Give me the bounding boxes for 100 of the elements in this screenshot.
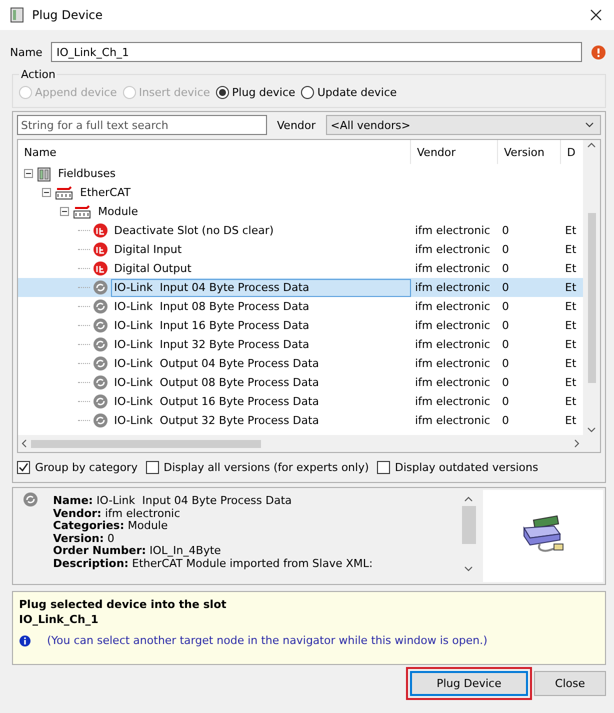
tree-item-label: Module	[97, 204, 139, 220]
tree-row[interactable]: Deactivate Slot (no DS clear) ifm electronic 0 Et	[18, 221, 583, 240]
link-circle-icon	[23, 492, 38, 507]
scroll-thumb[interactable]	[31, 440, 261, 448]
badge-logo-icon	[93, 242, 108, 257]
version-cell-text: 0	[501, 224, 510, 237]
window-title: Plug Device	[32, 8, 104, 22]
info-title: Plug selected device into the slot	[19, 598, 228, 611]
tree-row[interactable]: Fieldbuses	[18, 164, 583, 183]
tree-row[interactable]: IO-Link Output 08 Byte Process Data ifm electronic 0 Et	[18, 373, 583, 392]
column-header[interactable]: Name	[18, 140, 411, 164]
detail-line: Vendor: ifm electronic	[53, 508, 182, 520]
scroll-left-icon[interactable]	[21, 439, 27, 448]
table-cell-text: Et	[564, 300, 578, 313]
action-legend: Action	[19, 68, 58, 81]
scroll-up-icon[interactable]	[464, 496, 473, 502]
tree-item-label: IO-Link Output 32 Byte Process Data	[113, 413, 320, 429]
link-circle-icon	[93, 356, 108, 371]
detail-line: Name: IO-Link Input 04 Byte Process Data	[53, 495, 293, 508]
radio-circle[interactable]	[301, 86, 314, 98]
vertical-scrollbar[interactable]	[583, 140, 600, 435]
collapse-icon[interactable]	[24, 169, 33, 178]
vendor-dropdown[interactable]: <All vendors>	[326, 115, 601, 135]
version-cell-text: 0	[501, 262, 510, 275]
badge-logo-icon	[93, 261, 108, 276]
tree-item-label: IO-Link Input 04 Byte Process Data	[111, 278, 411, 296]
tree-item-label: EtherCAT	[79, 185, 132, 201]
table-cell-text: Et	[564, 262, 578, 275]
bus-logo-icon	[72, 204, 92, 220]
vendor-cell-text: ifm electronic	[414, 300, 492, 313]
link-circle-icon	[93, 299, 108, 314]
column-header[interactable]: Vendor	[411, 140, 498, 164]
dialog-button[interactable]: Close	[534, 671, 606, 696]
caret-icon	[585, 122, 594, 128]
tree-row[interactable]: Module	[18, 202, 583, 221]
info-icon	[19, 634, 31, 646]
detail-line: Version: 0	[53, 532, 116, 545]
vendor-cell-text: ifm electronic	[414, 224, 492, 237]
scroll-down-icon[interactable]	[587, 427, 596, 433]
version-cell-text: 0	[501, 414, 510, 427]
tree-row[interactable]: IO-Link Input 32 Byte Process Data ifm electronic 0 Et	[18, 335, 583, 354]
link-circle-icon	[93, 280, 108, 295]
vendor-cell-text: ifm electronic	[414, 414, 492, 427]
tree-row[interactable]: EtherCAT	[18, 183, 583, 202]
tree-item-label: Digital Input	[113, 242, 183, 258]
scroll-thumb[interactable]	[588, 212, 596, 382]
close-button[interactable]	[588, 7, 604, 23]
table-cell-text: Et	[564, 414, 578, 427]
scroll-thumb[interactable]	[462, 506, 476, 544]
collapse-icon[interactable]	[42, 188, 51, 197]
tree-row[interactable]: IO-Link Input 04 Byte Process Data ifm electronic 0 Et	[18, 278, 583, 297]
vendor-cell-text: ifm electronic	[414, 281, 492, 294]
bus-logo-icon	[54, 184, 74, 200]
vendor-cell-text: ifm electronic	[414, 243, 492, 256]
tree-item-label: IO-Link Input 16 Byte Process Data	[113, 318, 310, 334]
vendor-cell-text: ifm electronic	[414, 319, 492, 332]
vendor-cell-text: ifm electronic	[414, 338, 492, 351]
radio-option[interactable]: Update device	[301, 86, 397, 98]
tree-item-label: IO-Link Input 08 Byte Process Data	[113, 299, 310, 315]
info-note: (You can select another target node in the navigator while this window is open.)	[47, 634, 488, 647]
version-cell-text: 0	[501, 281, 510, 294]
table-cell-text: Et	[564, 338, 578, 351]
scroll-right-icon[interactable]	[574, 439, 580, 448]
detail-line: Description: EtherCAT Module imported from Slave XML:	[53, 558, 374, 570]
radio-option[interactable]: Plug device	[216, 86, 296, 98]
vendor-cell-text: ifm electronic	[414, 262, 492, 275]
checkbox-option[interactable]: Display all versions (for experts only)	[146, 460, 369, 474]
checkbox-option[interactable]: Group by category	[17, 460, 138, 474]
table-cell-text: Et	[564, 395, 578, 408]
name-label: Name	[10, 46, 42, 58]
version-cell-text: 0	[501, 300, 510, 313]
name-input-field[interactable]: IO_Link_Ch_1	[51, 42, 582, 62]
tree-row[interactable]: Digital Output ifm electronic 0 Et	[18, 259, 583, 278]
link-circle-icon	[93, 394, 108, 409]
scroll-down-icon[interactable]	[464, 566, 473, 572]
tree-row[interactable]: IO-Link Input 08 Byte Process Data ifm electronic 0 Et	[18, 297, 583, 316]
version-cell-text: 0	[501, 357, 510, 370]
tree-row[interactable]: Digital Input ifm electronic 0 Et	[18, 240, 583, 259]
tree-row[interactable]: IO-Link Output 32 Byte Process Data ifm electronic 0 Et	[18, 411, 583, 430]
column-header[interactable]: Version	[498, 140, 561, 164]
table-cell-text: Et	[564, 319, 578, 332]
tree-item-label: Deactivate Slot (no DS clear)	[113, 223, 275, 239]
collapse-icon[interactable]	[60, 207, 69, 216]
link-circle-icon	[93, 375, 108, 390]
scroll-up-icon[interactable]	[587, 142, 596, 148]
vendor-cell-text: ifm electronic	[414, 357, 492, 370]
tree-row[interactable]: IO-Link Input 16 Byte Process Data ifm electronic 0 Et	[18, 316, 583, 335]
tree-row[interactable]: IO-Link Output 16 Byte Process Data ifm electronic 0 Et	[18, 392, 583, 411]
tree-row[interactable]: IO-Link Output 04 Byte Process Data ifm electronic 0 Et	[18, 354, 583, 373]
tree-item-label: Digital Output	[113, 261, 192, 277]
table-cell-text: Et	[564, 357, 578, 370]
version-cell-text: 0	[501, 395, 510, 408]
version-cell-text: 0	[501, 338, 510, 351]
search-field[interactable]: String for a full text search	[17, 115, 267, 135]
tree-item-label: IO-Link Output 04 Byte Process Data	[113, 356, 320, 372]
version-cell-text: 0	[501, 376, 510, 389]
horizontal-scrollbar[interactable]	[18, 435, 583, 452]
radio-circle[interactable]	[216, 86, 230, 98]
tree-item-label: IO-Link Output 08 Byte Process Data	[113, 375, 320, 391]
checkbox-option[interactable]: Display outdated versions	[376, 460, 538, 474]
